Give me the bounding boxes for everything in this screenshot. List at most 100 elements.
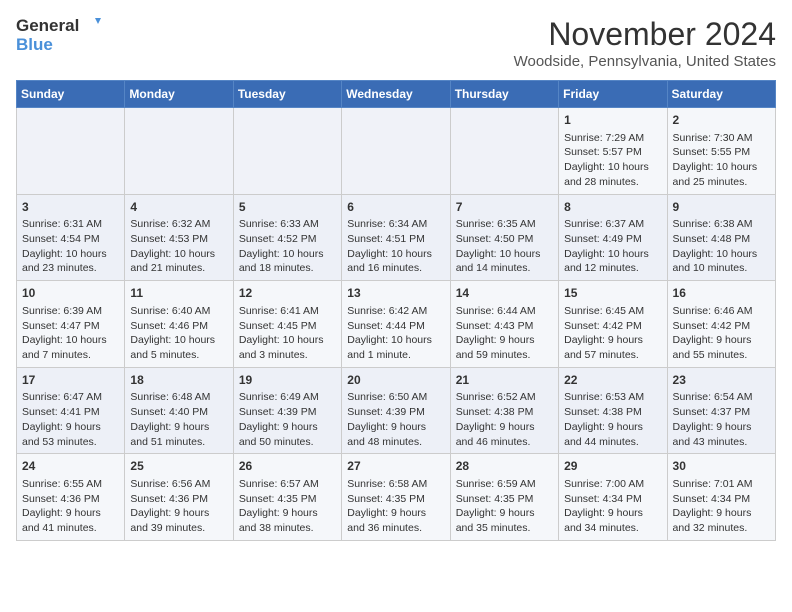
weekday-header-wednesday: Wednesday <box>342 81 450 108</box>
day-number: 14 <box>456 285 553 302</box>
calendar-week-1: 1 Sunrise: 7:29 AM Sunset: 5:57 PM Daylig… <box>17 108 776 195</box>
day-info: Sunrise: 6:58 AM Sunset: 4:35 PM Dayligh… <box>347 477 444 536</box>
day-info: Sunrise: 6:50 AM Sunset: 4:39 PM Dayligh… <box>347 390 444 449</box>
calendar-day: 3Sunrise: 6:31 AM Sunset: 4:54 PM Daylig… <box>17 194 125 281</box>
calendar-table: SundayMondayTuesdayWednesdayThursdayFrid… <box>16 80 776 541</box>
day-number: 6 <box>347 199 444 216</box>
day-info: Sunrise: 6:41 AM Sunset: 4:45 PM Dayligh… <box>239 304 336 363</box>
calendar-day: 14 Sunrise: 6:44 AM Sunset: 4:43 PM Dayli… <box>450 281 558 368</box>
calendar-day: 5Sunrise: 6:33 AM Sunset: 4:52 PM Daylig… <box>233 194 341 281</box>
day-number: 15 <box>564 285 661 302</box>
day-info: Sunrise: 6:47 AM Sunset: 4:41 PM Dayligh… <box>22 390 119 449</box>
day-number: 5 <box>239 199 336 216</box>
day-info: Sunrise: 6:42 AM Sunset: 4:44 PM Dayligh… <box>347 304 444 363</box>
day-info: Sunrise: 6:55 AM Sunset: 4:36 PM Dayligh… <box>22 477 119 536</box>
calendar-week-5: 24Sunrise: 6:55 AM Sunset: 4:36 PM Dayli… <box>17 454 776 541</box>
calendar-day: 6Sunrise: 6:34 AM Sunset: 4:51 PM Daylig… <box>342 194 450 281</box>
month-title: November 2024 <box>514 16 776 53</box>
calendar-day: 18Sunrise: 6:48 AM Sunset: 4:40 PM Dayli… <box>125 367 233 454</box>
day-info: Sunrise: 6:37 AM Sunset: 4:49 PM Dayligh… <box>564 217 661 276</box>
calendar-day: 12 Sunrise: 6:41 AM Sunset: 4:45 PM Dayli… <box>233 281 341 368</box>
calendar-day: 19Sunrise: 6:49 AM Sunset: 4:39 PM Dayli… <box>233 367 341 454</box>
day-info: Sunrise: 6:35 AM Sunset: 4:50 PM Dayligh… <box>456 217 553 276</box>
day-number: 22 <box>564 372 661 389</box>
day-number: 29 <box>564 458 661 475</box>
calendar-day: 23Sunrise: 6:54 AM Sunset: 4:37 PM Dayli… <box>667 367 775 454</box>
day-number: 27 <box>347 458 444 475</box>
day-number: 13 <box>347 285 444 302</box>
calendar-day: 15 Sunrise: 6:45 AM Sunset: 4:42 PM Dayli… <box>559 281 667 368</box>
day-info: Sunrise: 6:59 AM Sunset: 4:35 PM Dayligh… <box>456 477 553 536</box>
weekday-header-sunday: Sunday <box>17 81 125 108</box>
day-info: Sunrise: 7:29 AM Sunset: 5:57 PM Dayligh… <box>564 131 661 190</box>
day-info: Sunrise: 6:49 AM Sunset: 4:39 PM Dayligh… <box>239 390 336 449</box>
title-area: November 2024 Woodside, Pennsylvania, Un… <box>514 16 776 70</box>
calendar-day: 1 Sunrise: 7:29 AM Sunset: 5:57 PM Daylig… <box>559 108 667 195</box>
calendar-week-2: 3Sunrise: 6:31 AM Sunset: 4:54 PM Daylig… <box>17 194 776 281</box>
day-number: 21 <box>456 372 553 389</box>
day-info: Sunrise: 6:53 AM Sunset: 4:38 PM Dayligh… <box>564 390 661 449</box>
calendar-week-3: 10 Sunrise: 6:39 AM Sunset: 4:47 PM Dayli… <box>17 281 776 368</box>
day-info: Sunrise: 6:54 AM Sunset: 4:37 PM Dayligh… <box>673 390 770 449</box>
day-info: Sunrise: 6:32 AM Sunset: 4:53 PM Dayligh… <box>130 217 227 276</box>
day-number: 12 <box>239 285 336 302</box>
location: Woodside, Pennsylvania, United States <box>514 53 776 70</box>
calendar-day: 27 Sunrise: 6:58 AM Sunset: 4:35 PM Dayli… <box>342 454 450 541</box>
weekday-header-saturday: Saturday <box>667 81 775 108</box>
day-number: 23 <box>673 372 770 389</box>
calendar-day: 10 Sunrise: 6:39 AM Sunset: 4:47 PM Dayli… <box>17 281 125 368</box>
calendar-day: 29 Sunrise: 7:00 AM Sunset: 4:34 PM Dayli… <box>559 454 667 541</box>
day-info: Sunrise: 6:39 AM Sunset: 4:47 PM Dayligh… <box>22 304 119 363</box>
day-number: 11 <box>130 285 227 302</box>
calendar-day: 25 Sunrise: 6:56 AM Sunset: 4:36 PM Dayli… <box>125 454 233 541</box>
calendar-day: 24Sunrise: 6:55 AM Sunset: 4:36 PM Dayli… <box>17 454 125 541</box>
calendar-day: 13 Sunrise: 6:42 AM Sunset: 4:44 PM Dayli… <box>342 281 450 368</box>
calendar-week-4: 17Sunrise: 6:47 AM Sunset: 4:41 PM Dayli… <box>17 367 776 454</box>
day-number: 20 <box>347 372 444 389</box>
weekday-header-tuesday: Tuesday <box>233 81 341 108</box>
logo-blue: Blue <box>16 36 53 55</box>
day-number: 16 <box>673 285 770 302</box>
day-info: Sunrise: 7:00 AM Sunset: 4:34 PM Dayligh… <box>564 477 661 536</box>
day-info: Sunrise: 6:45 AM Sunset: 4:42 PM Dayligh… <box>564 304 661 363</box>
day-number: 8 <box>564 199 661 216</box>
calendar-day: 17Sunrise: 6:47 AM Sunset: 4:41 PM Dayli… <box>17 367 125 454</box>
day-info: Sunrise: 6:48 AM Sunset: 4:40 PM Dayligh… <box>130 390 227 449</box>
calendar-day: 30Sunrise: 7:01 AM Sunset: 4:34 PM Dayli… <box>667 454 775 541</box>
calendar-day: 21Sunrise: 6:52 AM Sunset: 4:38 PM Dayli… <box>450 367 558 454</box>
calendar-day: 28 Sunrise: 6:59 AM Sunset: 4:35 PM Dayli… <box>450 454 558 541</box>
day-number: 1 <box>564 112 661 129</box>
day-info: Sunrise: 6:46 AM Sunset: 4:42 PM Dayligh… <box>673 304 770 363</box>
day-info: Sunrise: 7:01 AM Sunset: 4:34 PM Dayligh… <box>673 477 770 536</box>
day-info: Sunrise: 6:57 AM Sunset: 4:35 PM Dayligh… <box>239 477 336 536</box>
day-info: Sunrise: 6:40 AM Sunset: 4:46 PM Dayligh… <box>130 304 227 363</box>
calendar-day: 20Sunrise: 6:50 AM Sunset: 4:39 PM Dayli… <box>342 367 450 454</box>
header: General Blue November 2024 Woodside, Pen… <box>16 16 776 70</box>
weekday-header-thursday: Thursday <box>450 81 558 108</box>
day-info: Sunrise: 6:56 AM Sunset: 4:36 PM Dayligh… <box>130 477 227 536</box>
calendar-day: 9Sunrise: 6:38 AM Sunset: 4:48 PM Daylig… <box>667 194 775 281</box>
day-number: 7 <box>456 199 553 216</box>
calendar-day: 16 Sunrise: 6:46 AM Sunset: 4:42 PM Dayli… <box>667 281 775 368</box>
day-info: Sunrise: 7:30 AM Sunset: 5:55 PM Dayligh… <box>673 131 770 190</box>
day-number: 25 <box>130 458 227 475</box>
day-number: 10 <box>22 285 119 302</box>
calendar-day: 26 Sunrise: 6:57 AM Sunset: 4:35 PM Dayli… <box>233 454 341 541</box>
calendar-day <box>17 108 125 195</box>
day-number: 3 <box>22 199 119 216</box>
logo: General Blue <box>16 16 101 55</box>
logo-general: General <box>16 17 79 36</box>
calendar-day <box>233 108 341 195</box>
day-info: Sunrise: 6:33 AM Sunset: 4:52 PM Dayligh… <box>239 217 336 276</box>
day-info: Sunrise: 6:44 AM Sunset: 4:43 PM Dayligh… <box>456 304 553 363</box>
day-info: Sunrise: 6:31 AM Sunset: 4:54 PM Dayligh… <box>22 217 119 276</box>
day-info: Sunrise: 6:52 AM Sunset: 4:38 PM Dayligh… <box>456 390 553 449</box>
day-info: Sunrise: 6:34 AM Sunset: 4:51 PM Dayligh… <box>347 217 444 276</box>
day-number: 19 <box>239 372 336 389</box>
weekday-header-friday: Friday <box>559 81 667 108</box>
calendar-day: 7Sunrise: 6:35 AM Sunset: 4:50 PM Daylig… <box>450 194 558 281</box>
day-number: 28 <box>456 458 553 475</box>
day-number: 26 <box>239 458 336 475</box>
calendar-day: 2Sunrise: 7:30 AM Sunset: 5:55 PM Daylig… <box>667 108 775 195</box>
day-number: 4 <box>130 199 227 216</box>
